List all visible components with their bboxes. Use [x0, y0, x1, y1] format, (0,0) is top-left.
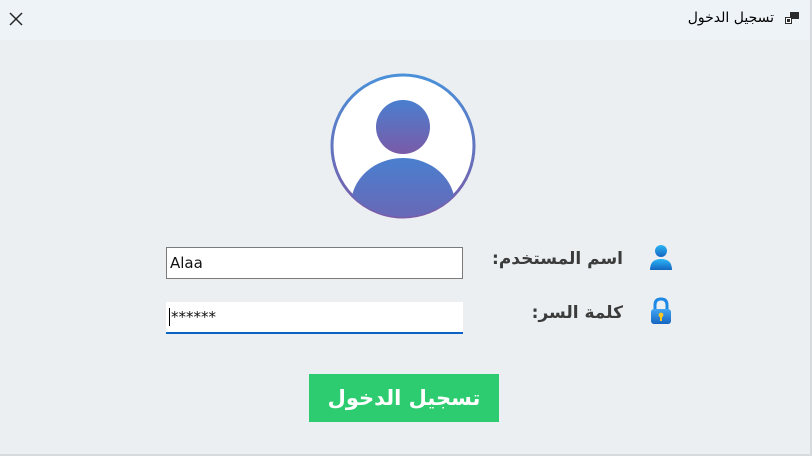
password-value: ******	[171, 308, 216, 326]
close-button[interactable]	[4, 6, 28, 32]
user-icon	[650, 245, 672, 270]
close-icon	[9, 12, 23, 26]
username-label: اسم المستخدم:	[492, 249, 623, 269]
user-avatar-icon	[330, 73, 476, 219]
title-bar: تسجيل الدخول	[0, 0, 810, 40]
password-field[interactable]: ******	[166, 302, 463, 334]
text-caret	[169, 308, 170, 326]
password-label: كلمة السر:	[531, 303, 623, 323]
username-field[interactable]: Alaa	[166, 247, 463, 279]
app-window-icon	[785, 12, 799, 24]
login-button[interactable]: تسجيل الدخول	[309, 374, 499, 422]
lock-icon	[651, 297, 671, 324]
login-window: تسجيل الدخول اسم المستخدم: Alaa كلمة الس…	[0, 0, 812, 456]
username-value: Alaa	[170, 254, 203, 272]
window-title: تسجيل الدخول	[687, 10, 774, 26]
